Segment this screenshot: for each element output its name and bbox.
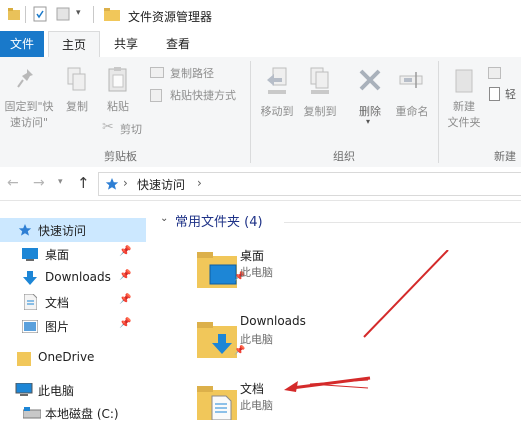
move-to-icon: [267, 67, 287, 94]
ribbon-group-divider: [250, 61, 251, 163]
title-divider: [93, 6, 94, 23]
annotation-arrow: [284, 250, 449, 392]
copy-to-label: 复制到: [303, 105, 337, 118]
ribbon-tab-bar: 文件 主页 共享 查看: [0, 31, 521, 58]
move-to-label: 移动到: [260, 105, 294, 118]
window-title: 文件资源管理器: [128, 10, 213, 24]
easy-access-label: 轻: [505, 88, 516, 101]
folder-icon: [17, 352, 31, 366]
copy-label: 复制: [66, 100, 88, 113]
nav-item-quick-access[interactable]: 快速访问: [0, 218, 146, 242]
breadcrumb-separator: ›: [123, 176, 128, 190]
documents-folder-icon: [197, 386, 237, 420]
back-arrow-icon[interactable]: ←: [7, 175, 19, 191]
group-header-rule: [284, 222, 521, 223]
pinned-icon: 📌: [119, 294, 132, 305]
organize-group-label: 组织: [333, 150, 355, 163]
nav-item-this-pc[interactable]: 此电脑: [0, 378, 146, 402]
desktop-icon: [22, 248, 38, 261]
nav-label: 桌面: [45, 248, 70, 262]
collapse-group-icon[interactable]: ⌄: [160, 213, 168, 224]
pin-icon: [17, 69, 33, 88]
copy-path-label: 复制路径: [170, 67, 214, 80]
folder-app-icon: [8, 8, 20, 20]
picture-icon: [22, 320, 38, 333]
nav-label: 文档: [45, 296, 70, 310]
folder-location: 此电脑: [240, 399, 273, 412]
copy-path-icon: [150, 67, 164, 78]
tab-home[interactable]: 主页: [48, 31, 100, 58]
tab-file[interactable]: 文件: [0, 31, 44, 57]
paste-shortcut-icon: [150, 89, 162, 102]
paste-shortcut-label: 粘贴快捷方式: [170, 89, 236, 102]
nav-label: 本地磁盘 (C:): [45, 407, 119, 421]
tab-view[interactable]: 查看: [156, 31, 200, 57]
properties-icon[interactable]: [33, 6, 47, 22]
pinned-icon: 📌: [119, 318, 132, 329]
new-folder-icon: [455, 69, 473, 93]
pinned-icon: 📌: [119, 246, 132, 257]
download-arrow-icon: [23, 271, 37, 285]
downloads-folder-icon: [197, 322, 237, 358]
new-item-icon[interactable]: [488, 67, 501, 79]
document-icon: [24, 294, 37, 310]
quick-access-star-icon: [18, 224, 32, 236]
scissors-icon: ✂: [102, 119, 114, 135]
pinned-icon: 📌: [119, 270, 132, 281]
pin-quick-access-label-2: 速访问": [9, 116, 49, 129]
title-bar: ▾ 文件资源管理器: [0, 0, 521, 31]
pinned-icon: 📌: [234, 346, 246, 356]
folder-name: 桌面: [240, 249, 265, 263]
forward-arrow-icon[interactable]: →: [33, 175, 45, 191]
delete-dropdown-icon[interactable]: ▾: [366, 117, 370, 126]
easy-access-icon: [489, 87, 500, 101]
desktop-folder-icon: [197, 252, 237, 288]
new-folder-qat-icon[interactable]: [56, 6, 70, 22]
new-group-label: 新建: [494, 150, 516, 163]
rename-label: 重命名: [395, 105, 429, 118]
new-folder-label-2: 文件夹: [447, 116, 481, 129]
cut-label: 剪切: [120, 123, 142, 136]
folder-location: 此电脑: [240, 266, 273, 279]
nav-label: 此电脑: [38, 384, 75, 398]
copy-to-icon: [310, 67, 329, 94]
frequent-folders-header[interactable]: 常用文件夹 (4): [175, 211, 263, 230]
up-arrow-icon[interactable]: ↑: [77, 174, 90, 192]
nav-label: 快速访问: [38, 224, 87, 238]
computer-icon: [15, 383, 33, 396]
ribbon-group-divider: [438, 61, 439, 163]
new-folder-label-1: 新建: [453, 100, 475, 113]
nav-label: OneDrive: [38, 350, 95, 364]
breadcrumb-quick-access[interactable]: 快速访问: [137, 176, 185, 193]
nav-item-pictures[interactable]: 图片 📌: [0, 314, 146, 338]
nav-item-documents[interactable]: 文档 📌: [0, 290, 146, 314]
tab-share[interactable]: 共享: [104, 31, 148, 57]
nav-label: Downloads: [45, 270, 111, 284]
disk-drive-icon: [23, 407, 41, 419]
recent-locations-icon[interactable]: ▾: [58, 177, 63, 187]
folder-name: 文档: [240, 382, 265, 396]
qat-dropdown-icon[interactable]: ▾: [76, 8, 81, 18]
paste-label: 粘贴: [107, 100, 129, 113]
address-row: ← → ▾ ↑ › 快速访问 ›: [0, 167, 521, 201]
nav-item-desktop[interactable]: 桌面 📌: [0, 242, 146, 266]
folder-location: 此电脑: [240, 333, 273, 346]
nav-label: 图片: [45, 320, 70, 334]
navigation-pane: 快速访问 桌面 📌 Downloads 📌 文档 📌 图片 📌 OneDrive: [0, 201, 146, 421]
breadcrumb-separator[interactable]: ›: [197, 176, 202, 190]
rename-icon: [399, 72, 423, 88]
quick-access-star-icon: [105, 178, 119, 190]
folder-title-icon: [104, 8, 120, 21]
qat-divider: [25, 6, 26, 23]
nav-item-local-disk-c[interactable]: 本地磁盘 (C:): [0, 401, 146, 425]
pin-quick-access-label-1: 固定到"快: [4, 100, 54, 113]
nav-item-onedrive[interactable]: OneDrive: [0, 346, 146, 370]
copy-icon: [67, 67, 86, 91]
address-bar[interactable]: › 快速访问 ›: [98, 172, 521, 196]
paste-icon: [108, 67, 127, 92]
ribbon: 固定到"快 速访问" 复制 粘贴 复制路径 粘贴快捷方式 ✂ 剪切 剪贴板 移动…: [0, 57, 521, 168]
clipboard-group-label: 剪贴板: [104, 150, 137, 163]
nav-item-downloads[interactable]: Downloads 📌: [0, 266, 146, 290]
delete-x-icon: [359, 69, 381, 91]
